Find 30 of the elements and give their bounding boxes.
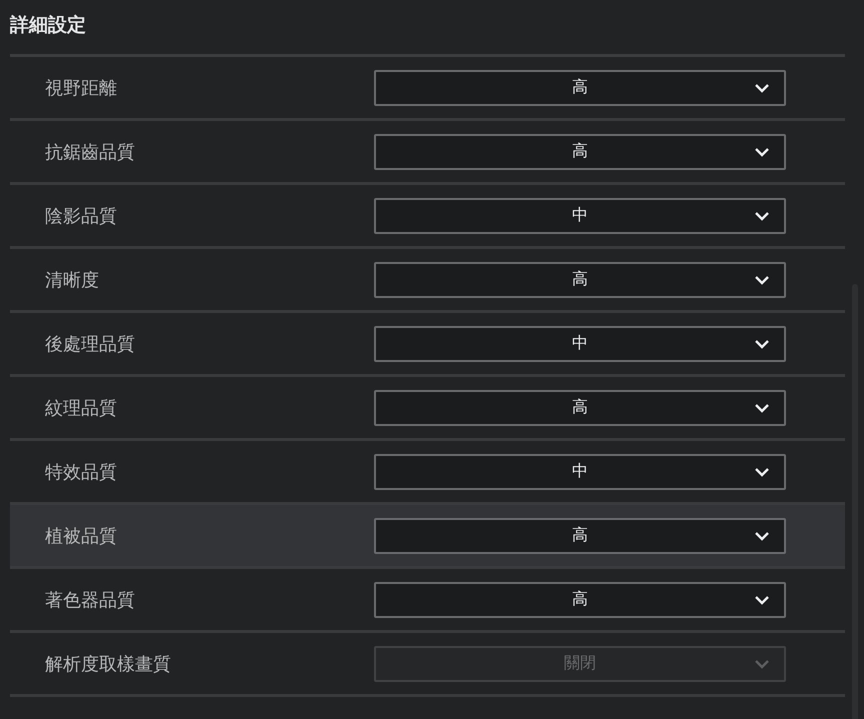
setting-label: 著色器品質 bbox=[44, 588, 136, 612]
dropdown[interactable]: 高 bbox=[374, 262, 786, 298]
section-title: 詳細設定 bbox=[8, 13, 87, 38]
dropdown[interactable]: 中 bbox=[374, 326, 786, 362]
chevron-down-icon bbox=[754, 146, 770, 156]
setting-label: 陰影品質 bbox=[44, 204, 118, 228]
chevron-down-icon bbox=[754, 594, 770, 604]
setting-label: 清晰度 bbox=[44, 268, 100, 292]
setting-label: 抗鋸齒品質 bbox=[44, 140, 136, 164]
chevron-down-icon bbox=[754, 82, 770, 92]
dropdown[interactable]: 高 bbox=[374, 518, 786, 554]
chevron-down-icon bbox=[754, 658, 770, 668]
dropdown[interactable]: 中 bbox=[374, 198, 786, 234]
dropdown[interactable]: 高 bbox=[374, 70, 786, 106]
chevron-down-icon bbox=[754, 338, 770, 348]
chevron-down-icon bbox=[754, 402, 770, 412]
setting-label: 視野距離 bbox=[44, 76, 118, 100]
chevron-down-icon bbox=[754, 274, 770, 284]
chevron-down-icon bbox=[754, 210, 770, 220]
setting-label: 後處理品質 bbox=[44, 332, 136, 356]
chevron-down-icon bbox=[754, 530, 770, 540]
dropdown[interactable]: 高 bbox=[374, 390, 786, 426]
setting-label: 特效品質 bbox=[44, 460, 118, 484]
chevron-down-icon bbox=[754, 466, 770, 476]
setting-label: 植被品質 bbox=[44, 524, 118, 548]
dropdown[interactable]: 高 bbox=[374, 582, 786, 618]
setting-label: 解析度取樣畫質 bbox=[44, 652, 172, 676]
setting-label: 紋理品質 bbox=[44, 396, 118, 420]
dropdown[interactable]: 中 bbox=[374, 454, 786, 490]
dropdown[interactable]: 高 bbox=[374, 134, 786, 170]
